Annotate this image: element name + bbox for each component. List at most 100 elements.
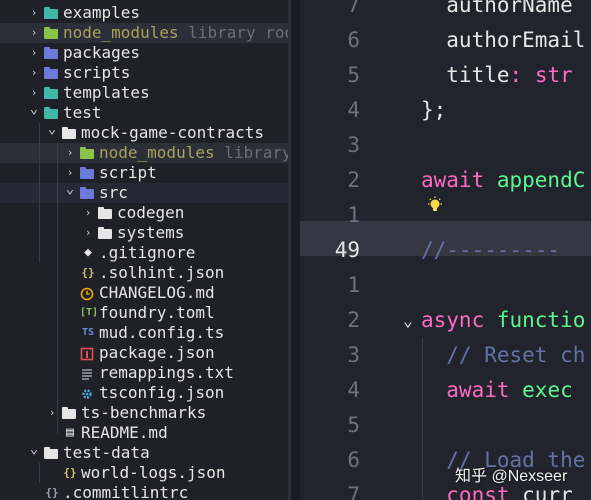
json-file-icon: {} [45, 486, 59, 499]
tree-item-script[interactable]: › script [0, 163, 291, 183]
tree-item-label: codegen [117, 203, 185, 222]
tree-item-systems[interactable]: › systems [0, 223, 291, 243]
tree-item-label: tsconfig.json [99, 383, 225, 402]
tree-item-label: mud.config.ts [99, 323, 225, 342]
folder-icon [80, 146, 96, 160]
tree-item-readme-md[interactable]: ▤ README.md [0, 423, 291, 443]
tree-item-solhint-json[interactable]: {} .solhint.json [0, 263, 291, 283]
project-explorer: › examples › node_modules library root › packa… [0, 0, 291, 500]
folder-icon [44, 46, 60, 60]
tree-item-label: package.json [99, 343, 215, 362]
code-line[interactable]: await appendC [421, 163, 585, 198]
chevron-right-icon[interactable]: › [63, 143, 77, 163]
tree-item-label: mock-game-contracts [81, 123, 265, 142]
chevron-right-icon[interactable]: › [81, 223, 95, 243]
tree-item-node-modules[interactable]: › node_modules library root [0, 23, 291, 43]
tree-item-label: node_modules [99, 143, 215, 162]
tree-item-label: packages [63, 43, 141, 62]
tree-item-foundry-toml[interactable]: [T] foundry.toml [0, 303, 291, 323]
line-number: 49 [334, 238, 360, 262]
watermark: 知乎 @Nexseer [455, 468, 568, 485]
tree-item-mud-config-ts[interactable]: TS mud.config.ts [0, 323, 291, 343]
tree-item-tsconfig-json[interactable]: tsconfig.json [0, 383, 291, 403]
line-number: 7 [347, 0, 360, 17]
tree-item-examples[interactable]: › examples [0, 3, 291, 23]
code-line[interactable]: }; [421, 93, 446, 128]
folder-icon [80, 166, 96, 180]
code-line[interactable]: //--------- [421, 233, 560, 268]
line-number: 6 [347, 448, 360, 472]
tree-item-label: world-logs.json [81, 463, 226, 482]
folder-icon [98, 206, 114, 220]
line-number: 3 [347, 133, 360, 157]
tree-item-src[interactable]: ⌄ src [0, 181, 291, 203]
tree-item-label: remappings.txt [99, 363, 234, 382]
indent-guide [39, 123, 40, 263]
tree-item-test[interactable]: ⌄ test [0, 101, 291, 123]
tree-item-world-logs-json[interactable]: {} world-logs.json [0, 463, 291, 483]
tree-item-changelog-md[interactable]: CHANGELOG.md [0, 283, 291, 303]
json-file-icon: {} [81, 266, 95, 279]
tree-item-label: scripts [63, 63, 131, 82]
tree-item-label: src [99, 183, 128, 202]
toml-file-icon: [T] [80, 307, 99, 318]
npm-icon [80, 346, 96, 361]
tree-item-test-data[interactable]: ⌄ test-data [0, 441, 291, 463]
line-number: 1 [347, 273, 360, 297]
code-line[interactable]: await exec [421, 373, 572, 408]
line-number: 4 [347, 378, 360, 402]
code-line[interactable]: authorEmail [421, 23, 585, 58]
lightbulb-icon[interactable] [426, 196, 444, 216]
folder-icon [44, 26, 60, 40]
tree-item-packages[interactable]: › packages [0, 43, 291, 63]
chevron-right-icon[interactable]: › [27, 23, 41, 43]
line-number: 4 [347, 98, 360, 122]
code-line[interactable]: async functio [421, 303, 585, 338]
library-root-tag: library r [224, 143, 291, 162]
indent-guide [57, 143, 58, 243]
chevron-right-icon[interactable]: › [27, 3, 41, 23]
chevron-right-icon[interactable]: › [81, 203, 95, 223]
ts-file-icon: TS [81, 327, 95, 338]
chevron-down-icon[interactable]: ⌄ [27, 99, 41, 119]
code-editor[interactable]: 7 6 5 4 3 2 1 49 1 2 3 4 5 6 7 authorName authorEmail … [300, 0, 591, 500]
tree-item-label: script [99, 163, 157, 182]
tree-item-remappings-txt[interactable]: remappings.txt [0, 363, 291, 383]
tree-item-gitignore[interactable]: ◆ .gitignore [0, 243, 291, 263]
tree-item-label: CHANGELOG.md [99, 283, 215, 302]
tree-item-mock-game-contracts[interactable]: ⌄ mock-game-contracts [0, 121, 291, 143]
tree-item-codegen[interactable]: › codegen [0, 203, 291, 223]
tree-item-label: test [63, 103, 102, 122]
tree-item-templates[interactable]: › templates [0, 83, 291, 103]
panel-divider[interactable] [291, 0, 300, 500]
tree-item-label: foundry.toml [99, 303, 215, 322]
line-number: 2 [347, 308, 360, 332]
folder-icon [44, 106, 60, 120]
indent-guide [39, 463, 40, 483]
fold-chevron-icon[interactable]: ⌄ [400, 303, 416, 338]
code-line[interactable]: // Reset ch [421, 338, 585, 373]
tree-item-label: node_modules [63, 23, 179, 42]
tree-item-scripts[interactable]: › scripts [0, 63, 291, 83]
chevron-right-icon[interactable]: › [27, 63, 41, 83]
chevron-right-icon[interactable]: › [27, 43, 41, 63]
folder-icon [44, 86, 60, 100]
tree-item-package-json[interactable]: package.json [0, 343, 291, 363]
code-line[interactable]: title: str [421, 58, 572, 93]
tree-item-label: test-data [63, 443, 150, 462]
line-number: 5 [347, 413, 360, 437]
chevron-down-icon[interactable]: ⌄ [27, 439, 41, 459]
tree-item-ts-benchmarks[interactable]: › ts-benchmarks [0, 403, 291, 423]
library-root-tag: library root [188, 23, 291, 42]
chevron-down-icon[interactable]: ⌄ [63, 179, 77, 199]
tree-item-node-modules[interactable]: › node_modules library r [0, 143, 291, 163]
indent-guide [422, 338, 423, 500]
tree-item-label: systems [117, 223, 185, 242]
chevron-down-icon[interactable]: ⌄ [45, 119, 59, 139]
folder-icon [44, 446, 60, 460]
tree-item-commitlintrc[interactable]: {} .commitlintrc [0, 483, 291, 500]
code-line[interactable]: authorName [421, 0, 572, 23]
folder-icon [80, 186, 96, 200]
folder-icon [62, 126, 78, 140]
line-number: 6 [347, 28, 360, 52]
